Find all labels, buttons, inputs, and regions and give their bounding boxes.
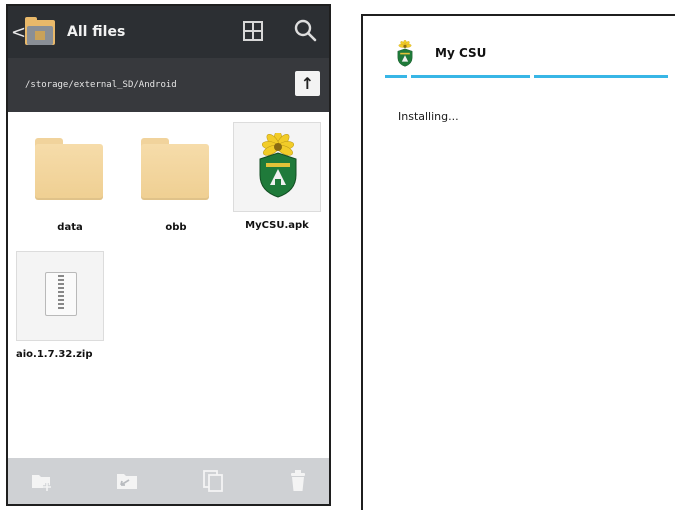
file-item-obb[interactable]: obb — [130, 124, 222, 233]
page-title[interactable]: All files — [67, 24, 125, 40]
file-item-aio-zip[interactable]: aio.1.7.32.zip — [14, 251, 114, 360]
zip-thumbnail — [14, 251, 106, 343]
folder-icon — [130, 124, 222, 216]
header-divider — [385, 75, 407, 78]
app-header: < All files — [8, 6, 329, 58]
installer-header: My CSU — [363, 16, 675, 78]
file-manager-screen: < All files /storage/external_SD/Android… — [6, 4, 331, 506]
delete-icon[interactable] — [286, 470, 310, 492]
mycsu-shield-icon — [397, 40, 413, 67]
path-bar: /storage/external_SD/Android ↑ — [8, 58, 329, 112]
file-item-data[interactable]: data — [24, 124, 116, 233]
move-icon[interactable] — [115, 470, 139, 492]
file-item-mycsu-apk[interactable]: MyCSU.apk — [231, 122, 323, 231]
search-icon[interactable] — [293, 18, 317, 42]
zip-file-icon — [45, 272, 77, 316]
grid-view-icon[interactable] — [243, 21, 263, 41]
mycsu-shield-icon — [259, 133, 297, 198]
up-arrow-icon[interactable]: ↑ — [295, 71, 320, 96]
folder-app-icon[interactable] — [25, 17, 55, 47]
copy-icon[interactable] — [201, 470, 225, 492]
current-path: /storage/external_SD/Android — [25, 80, 177, 90]
file-item-label: aio.1.7.32.zip — [16, 349, 93, 360]
install-status-text: Installing... — [398, 110, 459, 123]
installer-screen: My CSU Installing... — [361, 14, 675, 510]
back-icon[interactable]: < — [11, 22, 26, 43]
folder-icon — [24, 124, 116, 216]
file-item-label: MyCSU.apk — [245, 220, 309, 231]
bottom-toolbar — [8, 458, 329, 504]
new-folder-icon[interactable] — [30, 470, 54, 492]
file-item-label: data — [57, 222, 83, 233]
header-divider — [411, 75, 530, 78]
app-title: My CSU — [435, 46, 487, 60]
file-item-label: obb — [165, 222, 187, 233]
header-divider — [534, 75, 668, 78]
apk-thumbnail — [231, 122, 323, 214]
